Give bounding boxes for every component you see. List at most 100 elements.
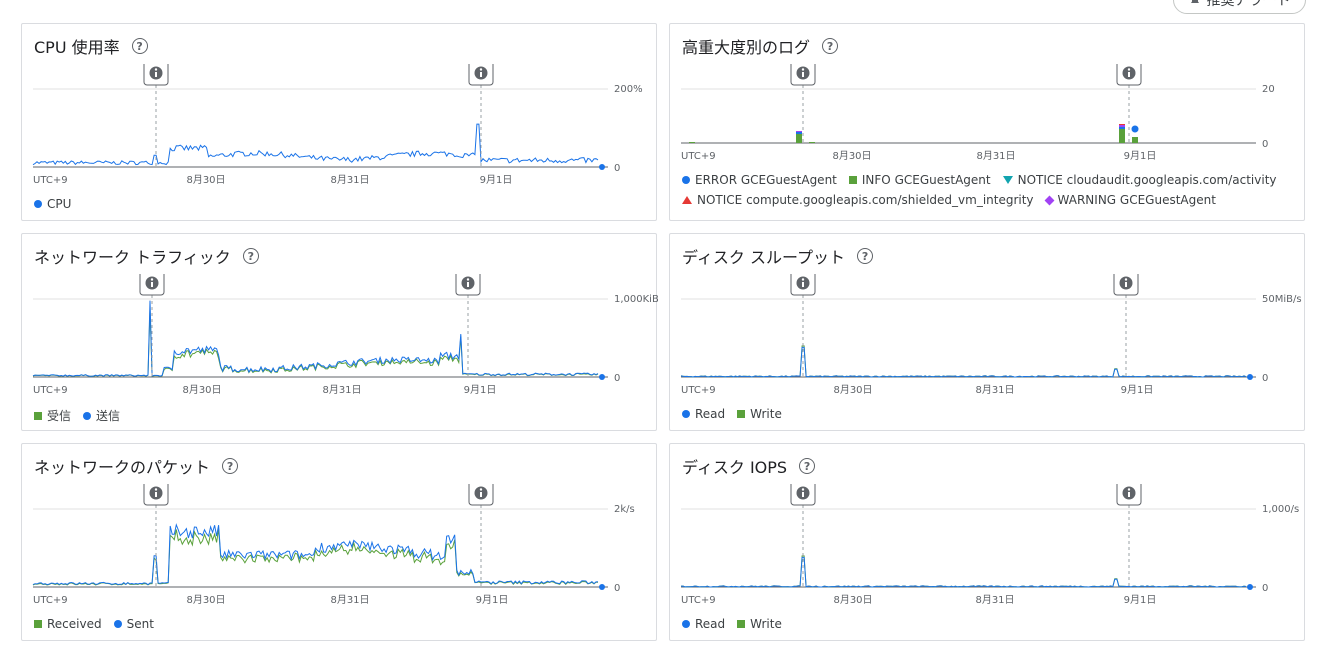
log-bar-segment [1119, 127, 1125, 129]
y-axis-max-label: 50MiB/s [1262, 294, 1302, 305]
network-packets-card: ネットワークのパケット ? 2k/s 0 UTC+9 8月30日 8月31日 9月1日 R… [21, 443, 657, 641]
legend-item[interactable]: Sent [113, 617, 154, 631]
x-tick-label: 9月1日 [476, 594, 509, 604]
x-tick-label: 8月31日 [975, 594, 1014, 604]
cpu-usage-card: CPU 使用率 ? 200% 0 UTC+9 8月30日 8月31日 9月1日 CPU [21, 23, 657, 221]
logs-by-severity-card: 高重大度別のログ ? 20 0 UTC+9 8月30日 8月31日 9月1日 ERROR … [669, 23, 1305, 221]
info-annotation-icon[interactable] [1113, 274, 1139, 296]
help-icon[interactable]: ? [242, 248, 259, 264]
y-axis-max-label: 20 [1262, 84, 1275, 95]
legend-item[interactable]: 受信 [34, 407, 71, 424]
log-bar-segment [809, 142, 815, 143]
help-icon[interactable]: ? [222, 458, 239, 474]
help-icon[interactable]: ? [822, 38, 839, 54]
info-annotation-icon[interactable] [790, 484, 816, 506]
legend-item[interactable]: Write [737, 617, 782, 631]
legend-item[interactable]: ERROR GCEGuestAgent [682, 173, 837, 187]
legend-label: 受信 [47, 409, 72, 423]
info-annotation-icon[interactable] [790, 64, 816, 86]
info-annotation-icon[interactable] [1116, 64, 1142, 86]
y-axis-zero-label: 0 [1262, 139, 1268, 150]
series-line-blue [32, 123, 599, 166]
log-point [1131, 125, 1139, 133]
legend-marker [682, 410, 690, 418]
help-icon[interactable]: ? [799, 458, 816, 474]
y-axis-max-label: 1,000/s [1262, 504, 1299, 515]
x-tick-label: 8月30日 [182, 384, 221, 394]
legend-label: CPU [47, 197, 72, 211]
series-line-green [32, 529, 599, 586]
legend-label: ERROR GCEGuestAgent [695, 173, 837, 187]
info-annotation-icon[interactable] [468, 64, 494, 86]
series-end-dot [599, 374, 605, 380]
legend-label: INFO GCEGuestAgent [861, 173, 991, 187]
legend-marker [737, 620, 746, 628]
card-title: ネットワークのパケット ? [34, 454, 239, 478]
log-bar-segment [1119, 129, 1125, 143]
chart-legend: CPU [34, 197, 646, 211]
card-title: ネットワーク トラフィック ? [34, 244, 259, 268]
legend-item[interactable]: NOTICE compute.googleapis.com/shielded_v… [682, 193, 1034, 207]
x-tick-label: 8月31日 [976, 150, 1015, 162]
info-annotation-icon[interactable] [143, 484, 169, 506]
info-annotation-icon[interactable] [468, 484, 494, 506]
card-title: CPU 使用率 ? [34, 34, 148, 58]
legend-label: Read [695, 407, 726, 421]
network-packets-chart[interactable]: 2k/s 0 UTC+9 8月30日 8月31日 9月1日 [22, 484, 658, 604]
info-annotation-icon[interactable] [143, 64, 169, 86]
chart-legend: Received Sent [34, 617, 646, 631]
help-icon[interactable]: ? [131, 38, 148, 54]
x-tick-label: 8月30日 [833, 384, 872, 394]
bell-icon [1190, 0, 1199, 3]
legend-label: Write [750, 617, 782, 631]
timezone-label: UTC+9 [681, 151, 716, 162]
legend-marker [737, 410, 746, 418]
legend-item[interactable]: Read [682, 617, 725, 631]
legend-item[interactable]: Received [34, 617, 102, 631]
timezone-label: UTC+9 [33, 175, 68, 184]
x-tick-label: 8月31日 [330, 174, 369, 184]
x-tick-label: 9月1日 [480, 174, 513, 184]
chart-legend: Read Write [682, 407, 1294, 421]
network-traffic-chart[interactable]: 1,000KiB/s 0 UTC+9 8月30日 8月31日 9月1日 [22, 274, 658, 394]
help-icon[interactable]: ? [857, 248, 874, 264]
legend-item[interactable]: Write [737, 407, 782, 421]
x-tick-label: 9月1日 [1124, 594, 1157, 604]
disk-throughput-chart[interactable]: 50MiB/s 0 UTC+9 8月30日 8月31日 9月1日 [670, 274, 1306, 394]
legend-item[interactable]: CPU [34, 197, 71, 211]
info-annotation-icon[interactable] [455, 274, 481, 296]
series-line-blue [681, 556, 1247, 588]
legend-item[interactable]: INFO GCEGuestAgent [848, 173, 991, 187]
info-annotation-icon[interactable] [139, 274, 165, 296]
disk-iops-title: ディスク IOPS [682, 458, 788, 477]
disk-iops-chart[interactable]: 1,000/s 0 UTC+9 8月30日 8月31日 9月1日 [670, 484, 1306, 604]
legend-label: WARNING GCEGuestAgent [1057, 193, 1216, 207]
log-bar-segment [689, 142, 695, 143]
y-axis-max-label: 2k/s [614, 504, 635, 515]
timezone-label: UTC+9 [681, 385, 716, 394]
info-annotation-icon[interactable] [790, 274, 816, 296]
series-line-blue [32, 300, 599, 377]
recommended-alerts-button[interactable]: 推奨アラート [1173, 0, 1306, 14]
log-bar-segment [1119, 125, 1125, 127]
logs-chart[interactable]: 20 0 UTC+9 8月30日 8月31日 9月1日 [670, 64, 1306, 184]
legend-marker [1002, 176, 1013, 184]
chart-legend: Read Write [682, 617, 1294, 631]
legend-item[interactable]: NOTICE cloudaudit.googleapis.com/activit… [1002, 173, 1277, 187]
x-tick-label: 9月1日 [1124, 150, 1157, 162]
card-title: 高重大度別のログ ? [682, 34, 839, 58]
legend-item[interactable]: WARNING GCEGuestAgent [1044, 193, 1216, 207]
y-axis-zero-label: 0 [614, 163, 620, 174]
series-line-green [680, 555, 1247, 588]
y-axis-max-label: 1,000KiB/s [614, 294, 658, 305]
series-end-dot [1247, 374, 1253, 380]
info-annotation-icon[interactable] [1116, 484, 1142, 506]
series-line-green [32, 309, 599, 377]
legend-item[interactable]: Read [682, 407, 725, 421]
legend-label: NOTICE cloudaudit.googleapis.com/activit… [1017, 173, 1277, 187]
x-tick-label: 9月1日 [464, 384, 497, 394]
legend-marker [682, 196, 692, 204]
series-end-dot [599, 584, 605, 590]
legend-item[interactable]: 送信 [83, 407, 120, 424]
cpu-usage-chart[interactable]: 200% 0 UTC+9 8月30日 8月31日 9月1日 [22, 64, 658, 184]
